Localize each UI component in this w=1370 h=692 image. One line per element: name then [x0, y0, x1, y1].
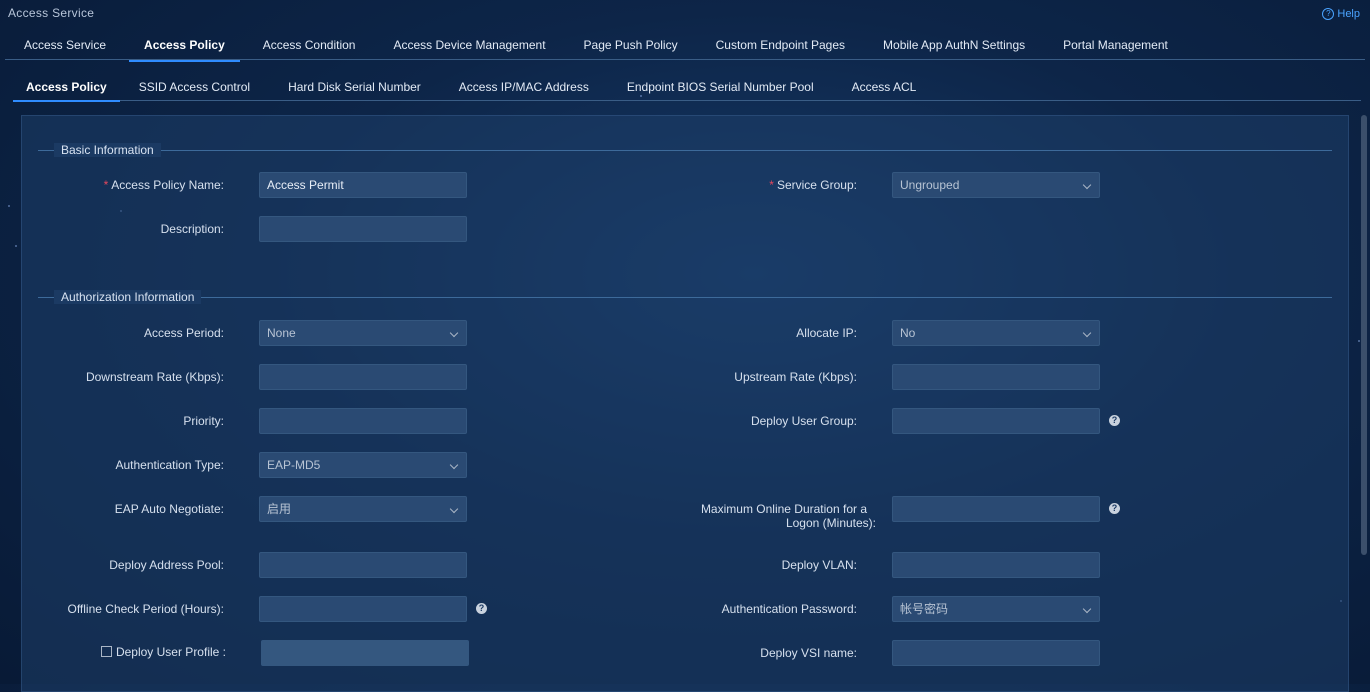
allocate-ip-select[interactable]: No — [892, 320, 1100, 346]
help-label: Help — [1337, 8, 1360, 20]
tab-access-service[interactable]: Access Service — [5, 34, 125, 59]
access-policy-name-label: * Access Policy Name: — [103, 178, 224, 192]
max-online-duration-input[interactable] — [892, 496, 1100, 522]
tab-access-condition[interactable]: Access Condition — [244, 34, 375, 59]
chevron-down-icon — [1082, 328, 1092, 338]
help-icon: ? — [1322, 8, 1335, 20]
subtab-ssid-access-control[interactable]: SSID Access Control — [120, 76, 269, 100]
tab-portal-management[interactable]: Portal Management — [1044, 34, 1187, 59]
question-mark-icon[interactable]: ? — [476, 603, 487, 614]
question-mark-icon[interactable]: ? — [1109, 503, 1120, 514]
chevron-down-icon — [1082, 180, 1092, 190]
chevron-down-icon — [449, 504, 459, 514]
chevron-down-icon — [449, 328, 459, 338]
upstream-rate-input[interactable] — [892, 364, 1100, 390]
service-group-select[interactable]: Ungrouped — [892, 172, 1100, 198]
help-link[interactable]: ? Help — [1322, 8, 1360, 20]
subtab-access-acl[interactable]: Access ACL — [833, 76, 936, 100]
sub-tab-bar: Access Policy SSID Access Control Hard D… — [13, 76, 1361, 102]
deploy-user-group-label: Deploy User Group: — [750, 414, 857, 428]
section-title: Basic Information — [54, 143, 161, 157]
priority-label: Priority: — [183, 414, 224, 428]
deploy-vsi-name-input[interactable] — [892, 640, 1100, 666]
deploy-vlan-input[interactable] — [892, 552, 1100, 578]
subtab-endpoint-bios-serial-number-pool[interactable]: Endpoint BIOS Serial Number Pool — [608, 76, 833, 100]
tab-access-device-management[interactable]: Access Device Management — [374, 34, 564, 59]
top-tab-bar: Access Service Access Policy Access Cond… — [5, 34, 1365, 62]
section-authorization-information: Authorization Information — [38, 290, 1332, 304]
eap-auto-negotiate-select[interactable]: 启用 — [259, 496, 467, 522]
access-policy-name-input[interactable]: Access Permit — [259, 172, 467, 198]
max-online-duration-label: Maximum Online Duration for a Logon (Minu… — [700, 502, 876, 530]
description-label: Description: — [160, 222, 224, 236]
app-title: Access Service — [8, 6, 95, 20]
deploy-user-profile-input[interactable] — [261, 640, 469, 666]
required-mark: * — [103, 178, 109, 192]
deploy-user-profile-label: Deploy User Profile : — [100, 645, 226, 659]
tab-page-push-policy[interactable]: Page Push Policy — [565, 34, 697, 59]
tab-mobile-app-authn-settings[interactable]: Mobile App AuthN Settings — [864, 34, 1044, 59]
question-mark-icon[interactable]: ? — [1109, 415, 1120, 426]
offline-check-period-input[interactable] — [259, 596, 467, 622]
authentication-password-label: Authentication Password: — [721, 602, 857, 616]
form-panel: Basic Information * Access Policy Name: A… — [21, 115, 1349, 692]
deploy-address-pool-input[interactable] — [259, 552, 467, 578]
service-group-label: * Service Group: — [769, 178, 857, 192]
section-title: Authorization Information — [54, 290, 202, 304]
downstream-rate-input[interactable] — [259, 364, 467, 390]
access-period-label: Access Period: — [143, 326, 224, 340]
subtab-hard-disk-serial-number[interactable]: Hard Disk Serial Number — [269, 76, 440, 100]
upstream-rate-label: Upstream Rate (Kbps): — [734, 370, 857, 384]
subtab-access-ip-mac-address[interactable]: Access IP/MAC Address — [440, 76, 608, 100]
authentication-type-label: Authentication Type: — [115, 458, 224, 472]
tab-access-policy[interactable]: Access Policy — [125, 34, 244, 62]
deploy-address-pool-label: Deploy Address Pool: — [109, 558, 224, 572]
subtab-access-policy[interactable]: Access Policy — [13, 76, 120, 102]
chevron-down-icon — [449, 460, 459, 470]
tab-custom-endpoint-pages[interactable]: Custom Endpoint Pages — [697, 34, 864, 59]
authentication-password-select[interactable]: 帐号密码 — [892, 596, 1100, 622]
required-mark: * — [769, 178, 774, 192]
deploy-user-group-input[interactable] — [892, 408, 1100, 434]
priority-input[interactable] — [259, 408, 467, 434]
downstream-rate-label: Downstream Rate (Kbps): — [85, 370, 224, 384]
section-basic-information: Basic Information — [38, 143, 1332, 157]
authentication-type-select[interactable]: EAP-MD5 — [259, 452, 467, 478]
eap-auto-negotiate-label: EAP Auto Negotiate: — [114, 502, 224, 516]
access-period-select[interactable]: None — [259, 320, 467, 346]
deploy-vlan-label: Deploy VLAN: — [781, 558, 857, 572]
vertical-scrollbar[interactable] — [1361, 115, 1367, 555]
description-input[interactable] — [259, 216, 467, 242]
deploy-user-profile-checkbox[interactable] — [100, 646, 112, 657]
offline-check-period-label: Offline Check Period (Hours): — [67, 602, 224, 616]
chevron-down-icon — [1082, 604, 1092, 614]
deploy-vsi-name-label: Deploy VSI name: — [760, 646, 857, 660]
allocate-ip-label: Allocate IP: — [796, 326, 857, 340]
